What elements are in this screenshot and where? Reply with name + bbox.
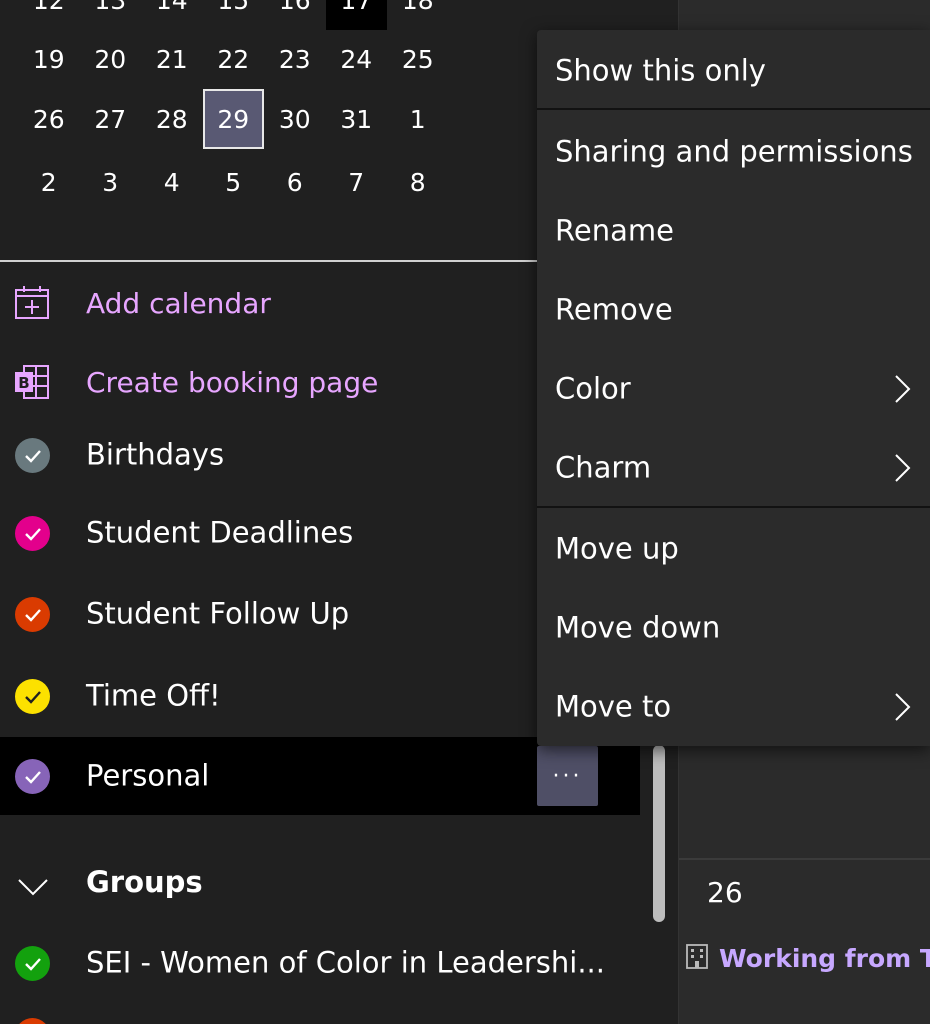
checkmark-icon[interactable] [15, 597, 50, 632]
section-divider [0, 260, 537, 262]
calendar-context-menu: Show this only Sharing and permissions R… [537, 30, 930, 746]
mini-calendar-day[interactable]: 28 [141, 89, 203, 149]
week-divider [679, 858, 930, 860]
mini-calendar-day[interactable]: 8 [387, 152, 449, 212]
mini-calendar-day[interactable]: 24 [326, 29, 388, 89]
chevron-right-icon [892, 374, 912, 404]
mini-calendar-day[interactable]: 22 [203, 29, 265, 89]
calendar-item-label: Student Follow Up [86, 596, 350, 631]
building-icon [683, 942, 711, 974]
mini-calendar-day[interactable]: 4 [141, 152, 203, 212]
calendar-item-label: Time Off! [86, 678, 221, 713]
menu-item-remove[interactable]: Remove [537, 271, 930, 349]
mini-calendar-day[interactable]: 2 [18, 152, 80, 212]
mini-calendar-day[interactable]: 19 [18, 29, 80, 89]
menu-item-label: Move up [555, 531, 679, 566]
mini-calendar-week: 19 20 21 22 23 24 25 [18, 29, 449, 89]
day-number[interactable]: 26 [707, 876, 743, 909]
calendar-item-label: Student Deadlines [86, 515, 354, 550]
menu-item-move-up[interactable]: Move up [537, 510, 930, 588]
checkmark-icon[interactable] [15, 679, 50, 714]
chevron-down-icon[interactable] [16, 869, 50, 903]
add-calendar-label: Add calendar [86, 286, 271, 320]
checkmark-icon[interactable] [15, 516, 50, 551]
calendar-item-label: Personal [86, 758, 210, 793]
group-item-partial-icon[interactable] [15, 1018, 50, 1024]
more-options-button[interactable]: ··· [537, 746, 598, 806]
menu-item-label: Move to [555, 689, 672, 724]
menu-item-move-down[interactable]: Move down [537, 589, 930, 667]
app-root: 12 13 14 15 16 17 18 19 20 21 22 23 24 2… [0, 0, 930, 1024]
calendar-add-icon [14, 285, 50, 321]
mini-calendar-day[interactable]: 16 [264, 0, 326, 30]
menu-item-sharing-and-permissions[interactable]: Sharing and permissions [537, 113, 930, 191]
mini-calendar-day[interactable]: 6 [264, 152, 326, 212]
mini-calendar-day[interactable]: 21 [141, 29, 203, 89]
mini-calendar-day[interactable]: 7 [326, 152, 388, 212]
mini-calendar-day[interactable]: 5 [203, 152, 265, 212]
menu-item-label: Move down [555, 610, 721, 645]
menu-separator [537, 108, 930, 110]
mini-calendar-day[interactable]: 26 [18, 89, 80, 149]
checkmark-icon[interactable] [15, 438, 50, 473]
menu-item-label: Color [555, 371, 631, 406]
menu-item-label: Charm [555, 450, 652, 485]
menu-item-charm[interactable]: Charm [537, 429, 930, 507]
mini-calendar-day[interactable]: 17 [325, 0, 387, 30]
svg-text:B: B [18, 374, 29, 392]
chevron-right-icon [892, 692, 912, 722]
group-item-label: SEI - Women of Color in Leadershi... [86, 945, 605, 980]
menu-item-color[interactable]: Color [537, 350, 930, 428]
mini-calendar-day[interactable]: 31 [326, 89, 388, 149]
list-clip-mask [0, 400, 537, 436]
groups-header[interactable]: Groups [0, 855, 640, 915]
group-item[interactable]: SEI - Women of Color in Leadershi... [0, 924, 640, 1002]
mini-calendar-day[interactable]: 12 [18, 0, 80, 30]
menu-item-rename[interactable]: Rename [537, 192, 930, 270]
add-calendar-button[interactable]: Add calendar [0, 270, 537, 336]
menu-item-label: Rename [555, 213, 674, 248]
checkmark-icon[interactable] [15, 946, 50, 981]
mini-calendar-day[interactable]: 13 [80, 0, 142, 30]
mini-calendar-day[interactable]: 25 [387, 29, 449, 89]
bookings-icon: B [14, 364, 50, 400]
mini-calendar-day-selected[interactable]: 29 [202, 89, 264, 149]
sidebar-scrollbar[interactable] [653, 745, 665, 922]
event-title: Working from T [719, 943, 930, 973]
checkmark-icon[interactable] [15, 759, 50, 794]
mini-calendar-day[interactable]: 23 [264, 29, 326, 89]
mini-calendar-day[interactable]: 15 [203, 0, 265, 30]
create-booking-page-label: Create booking page [86, 365, 379, 399]
menu-item-label: Show this only [555, 53, 766, 88]
calendar-event[interactable]: Working from T [679, 936, 930, 980]
mini-calendar-week: 26 27 28 29 30 31 1 [18, 89, 449, 149]
menu-item-show-this-only[interactable]: Show this only [537, 32, 930, 110]
menu-separator [537, 506, 930, 508]
mini-calendar-week-partial: 12 13 14 15 16 17 18 [18, 0, 449, 30]
menu-item-label: Remove [555, 292, 673, 327]
mini-calendar-day[interactable]: 18 [387, 0, 449, 30]
calendar-item-personal[interactable]: Personal ··· [0, 737, 640, 815]
groups-header-label: Groups [86, 865, 203, 899]
calendar-item-label: Birthdays [86, 437, 225, 472]
menu-item-move-to[interactable]: Move to [537, 668, 930, 746]
mini-calendar-day[interactable]: 20 [80, 29, 142, 89]
mini-calendar-day[interactable]: 14 [141, 0, 203, 30]
mini-calendar-day[interactable]: 27 [80, 89, 142, 149]
mini-calendar-day[interactable]: 3 [80, 152, 142, 212]
mini-calendar-day[interactable]: 30 [264, 89, 326, 149]
menu-item-label: Sharing and permissions [555, 134, 913, 169]
chevron-right-icon [892, 453, 912, 483]
mini-calendar-week: 2 3 4 5 6 7 8 [18, 152, 449, 212]
mini-calendar-day[interactable]: 1 [387, 89, 449, 149]
